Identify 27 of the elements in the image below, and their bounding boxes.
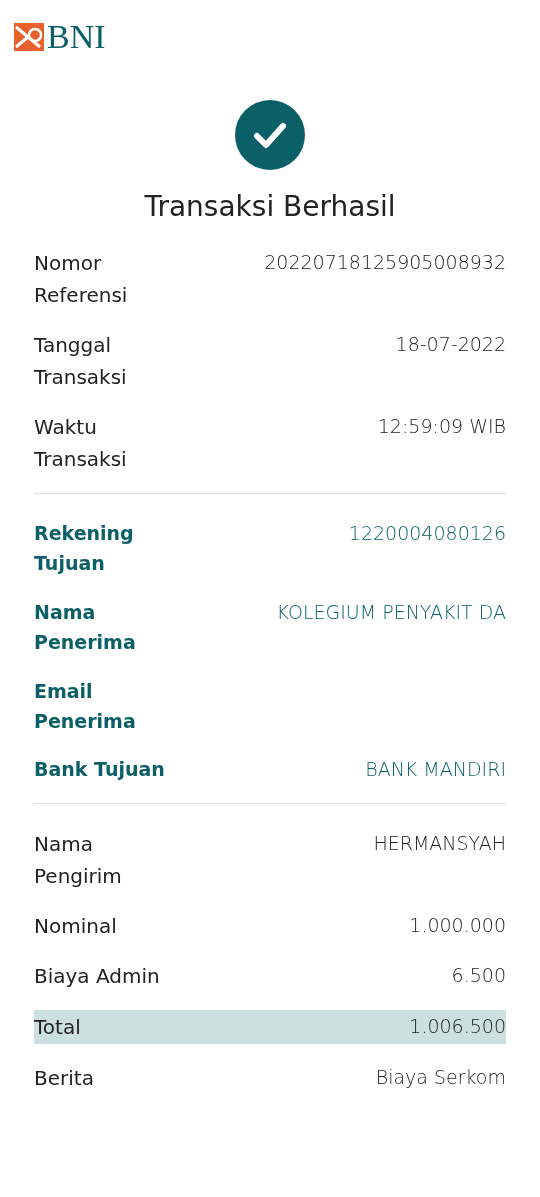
detail-value: 20220718125905008932 <box>264 250 506 275</box>
detail-label: Nama Pengirim <box>34 830 123 890</box>
detail-value: HERMANSYAH <box>373 830 506 856</box>
detail-value: BANK MANDIRI <box>365 757 506 783</box>
detail-value: 6.500 <box>451 962 506 988</box>
detail-label: Tanggal Transaksi <box>34 332 128 391</box>
detail-label: Biaya Admin <box>34 962 161 990</box>
detail-value: 1.006.500 <box>409 1013 506 1039</box>
detail-label: Rekening Tujuan <box>34 521 135 577</box>
detail-value: Biaya Serkom <box>375 1064 506 1090</box>
detail-value: 1.000.000 <box>409 912 506 938</box>
logo-icon <box>14 23 44 51</box>
detail-label: Bank Tujuan <box>34 757 166 783</box>
detail-value: 1220004080126 <box>348 521 506 546</box>
detail-label: Total <box>34 1013 82 1041</box>
detail-value: 18-07-2022 <box>395 332 506 357</box>
detail-label: Berita <box>34 1064 95 1092</box>
detail-label: Email Penerima <box>34 678 137 734</box>
detail-label: Nominal <box>34 912 118 940</box>
success-check-icon <box>235 100 305 170</box>
detail-value: 12:59:09 WIB <box>377 414 506 439</box>
status-title: Transaksi Berhasil <box>143 190 397 223</box>
detail-label: Nomor Referensi <box>34 250 129 309</box>
detail-label: Waktu Transaksi <box>34 414 128 473</box>
detail-label: Nama Penerima <box>34 599 137 656</box>
logo-text: BNI <box>47 20 106 54</box>
detail-value: KOLEGIUM PENYAKIT DA <box>276 599 506 625</box>
